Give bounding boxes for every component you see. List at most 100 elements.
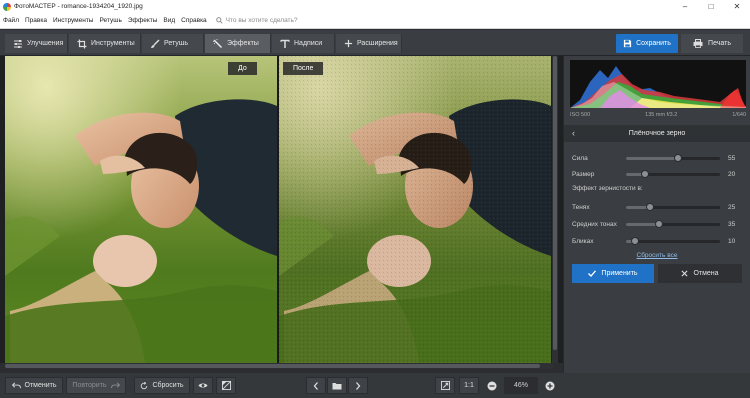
open-folder-button[interactable] (327, 377, 347, 394)
redo-icon (110, 382, 120, 389)
zoom-out-button[interactable] (483, 377, 501, 394)
panel-header: ‹ Плёночное зерно (564, 125, 750, 142)
tab-effects[interactable]: Эффекты (205, 34, 271, 53)
slider-track[interactable] (626, 153, 720, 162)
vertical-scrollbar[interactable] (552, 56, 558, 363)
undo-button[interactable]: Отменить (5, 377, 63, 394)
menu-view[interactable]: Вид (160, 17, 178, 24)
before-photo: До (5, 56, 277, 363)
panel-title: Плёночное зерно (628, 130, 686, 137)
sliders-icon (14, 39, 22, 48)
slider-strength[interactable]: Сила 55 (572, 152, 744, 164)
compare-view-button[interactable] (216, 377, 236, 394)
tab-retouch-label: Ретушь (164, 40, 189, 47)
split-view-icon (221, 381, 231, 390)
slider-strength-value: 55 (728, 154, 736, 162)
menu-tools[interactable]: Инструменты (50, 17, 97, 24)
plus-icon (344, 39, 353, 48)
slider-strength-label: Сила (572, 154, 588, 162)
slider-track[interactable] (626, 236, 720, 245)
photo-canvas[interactable]: До После (0, 56, 563, 363)
after-photo: После (279, 56, 551, 363)
save-button[interactable]: Сохранить (616, 34, 678, 53)
minimize-button[interactable]: – (672, 0, 698, 13)
slider-handle[interactable] (654, 219, 663, 228)
zoom-in-button[interactable] (541, 377, 559, 394)
iso-value: ISO 500 (570, 111, 591, 118)
actual-size-button[interactable]: 1:1 (459, 377, 479, 394)
cancel-button[interactable]: Отмена (658, 264, 742, 283)
tab-captions[interactable]: Надписи (272, 34, 335, 53)
preview-toggle-button[interactable] (193, 377, 213, 394)
search-icon (215, 17, 223, 24)
slider-midtones-label: Средних тонах (572, 220, 617, 228)
tab-tools[interactable]: Инструменты (69, 34, 141, 53)
slider-handle[interactable] (631, 236, 640, 245)
reset-all-link[interactable]: Сбросить все (564, 252, 750, 259)
brush-icon (151, 39, 160, 48)
window-title: ФотоМАСТЕР - romance-1934204_1920.jpg (14, 3, 143, 10)
histogram (570, 60, 746, 108)
menu-effects[interactable]: Эффекты (125, 17, 161, 24)
histogram-graph (570, 66, 746, 108)
close-icon (681, 270, 688, 277)
apply-button[interactable]: Применить (572, 264, 654, 283)
chevron-left-icon (313, 381, 318, 390)
fit-screen-icon (440, 381, 450, 390)
back-arrow-icon[interactable]: ‹ (572, 128, 575, 138)
tab-enhancements-label: Улучшения (27, 40, 64, 47)
slider-size[interactable]: Размер 20 (572, 168, 744, 180)
vertical-scroll-thumb[interactable] (553, 56, 557, 350)
redo-button[interactable]: Повторить (66, 377, 126, 394)
menu-edit[interactable]: Правка (22, 17, 50, 24)
title-bar: ФотоМАСТЕР - romance-1934204_1920.jpg – … (0, 0, 750, 13)
actual-size-label: 1:1 (464, 382, 474, 389)
slider-track[interactable] (626, 202, 720, 211)
slider-handle[interactable] (645, 202, 654, 211)
main-toolbar: Улучшения Инструменты Ретушь Эффекты Над… (0, 30, 750, 56)
horizontal-scroll-thumb[interactable] (5, 364, 540, 368)
menu-file[interactable]: Файл (0, 17, 22, 24)
eye-icon (198, 383, 208, 388)
horizontal-scrollbar[interactable] (5, 363, 553, 369)
tab-enhancements[interactable]: Улучшения (5, 34, 68, 53)
prev-photo-button[interactable] (306, 377, 326, 394)
command-search[interactable]: Что вы хотите сделать? (215, 17, 298, 24)
tab-extensions[interactable]: Расширения (336, 34, 402, 53)
slider-size-label: Размер (572, 170, 595, 178)
slider-size-value: 20 (728, 170, 736, 178)
fit-screen-button[interactable] (435, 377, 455, 394)
slider-midtones[interactable]: Средних тонах 35 (572, 218, 744, 230)
slider-handle[interactable] (640, 169, 649, 178)
zoom-value[interactable]: 46% (504, 377, 538, 394)
menu-retouch[interactable]: Ретушь (96, 17, 124, 24)
close-button[interactable]: ✕ (724, 0, 750, 13)
maximize-button[interactable]: □ (698, 0, 724, 13)
after-label: После (283, 62, 324, 75)
folder-icon (332, 382, 342, 389)
magic-wand-icon (213, 38, 222, 48)
slider-shadows[interactable]: Тенях 25 (572, 201, 744, 213)
grain-section-label: Эффект зернистости в: (572, 185, 643, 192)
apply-label: Применить (601, 270, 638, 277)
print-label: Печать (708, 40, 731, 47)
print-button[interactable]: Печать (681, 34, 743, 53)
app-logo-icon (3, 2, 11, 11)
lens-value: 135 mm f/3.2 (645, 111, 678, 118)
plus-circle-icon (545, 381, 555, 390)
next-photo-button[interactable] (348, 377, 368, 394)
exif-info: ISO 500 135 mm f/3.2 1/640 (570, 109, 746, 120)
menu-help[interactable]: Справка (178, 17, 210, 24)
slider-midtones-value: 35 (728, 220, 736, 228)
slider-handle[interactable] (673, 153, 682, 162)
tab-retouch[interactable]: Ретушь (142, 34, 204, 53)
search-placeholder: Что вы хотите сделать? (225, 17, 298, 24)
slider-highlights[interactable]: Бликах 10 (572, 235, 744, 247)
reset-button[interactable]: Сбросить (134, 377, 190, 394)
tab-tools-label: Инструменты (91, 40, 135, 47)
bottom-bar: Отменить Повторить Сбросить 1:1 46% (0, 373, 750, 398)
reset-icon (141, 381, 148, 389)
slider-track[interactable] (626, 169, 720, 178)
slider-fill (626, 222, 659, 226)
slider-track[interactable] (626, 219, 720, 228)
